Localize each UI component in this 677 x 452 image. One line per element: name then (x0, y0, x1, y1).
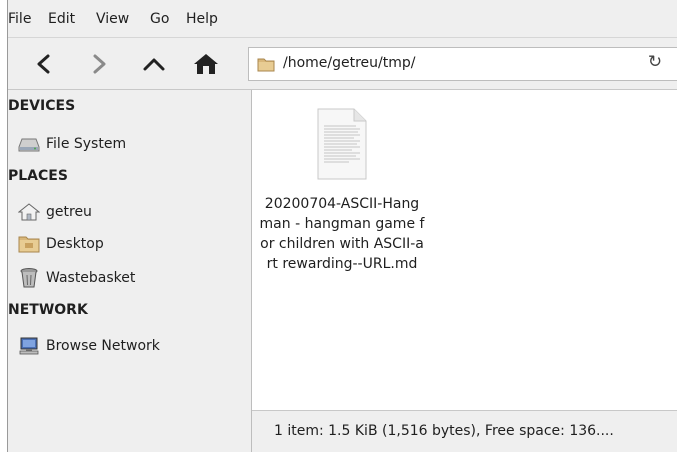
trash-icon (18, 267, 40, 289)
menu-view[interactable]: View (96, 11, 129, 27)
sidebar-item-label: Desktop (46, 236, 104, 252)
up-icon (143, 58, 165, 71)
sidebar-item-label: getreu (46, 204, 92, 220)
home-folder-icon (18, 201, 40, 223)
sidebar-heading-places: PLACES (8, 168, 68, 184)
back-icon (37, 54, 50, 74)
sidebar: DEVICES File System PLACES getreu Deskto… (8, 90, 252, 452)
toolbar: /home/getreu/tmp/ ↻ (8, 38, 677, 90)
sidebar-item-wastebasket[interactable]: Wastebasket (18, 266, 135, 290)
desktop-folder-icon (18, 233, 40, 255)
status-bar: 1 item: 1.5 KiB (1,516 bytes), Free spac… (252, 410, 677, 452)
sidebar-item-browse-network[interactable]: Browse Network (18, 334, 160, 358)
sidebar-heading-network: NETWORK (8, 302, 88, 318)
location-bar[interactable]: /home/getreu/tmp/ ↻ (248, 47, 677, 81)
sidebar-item-file-system[interactable]: File System (18, 132, 126, 156)
up-button[interactable] (136, 46, 172, 82)
folder-icon (257, 58, 275, 72)
file-manager-window: File Edit View Go Help /home/getreu/tmp/… (8, 0, 677, 452)
menu-bar: File Edit View Go Help (8, 0, 677, 38)
menu-file[interactable]: File (8, 11, 31, 27)
network-icon (18, 335, 40, 357)
forward-button[interactable] (81, 46, 117, 82)
menu-help[interactable]: Help (186, 11, 218, 27)
sidebar-item-getreu[interactable]: getreu (18, 200, 92, 224)
home-icon (194, 54, 218, 74)
sidebar-item-desktop[interactable]: Desktop (18, 232, 104, 256)
sidebar-item-label: Wastebasket (46, 270, 136, 286)
back-button[interactable] (26, 46, 62, 82)
sidebar-item-label: File System (46, 136, 127, 152)
file-item[interactable]: 20200704-ASCII-Hangman - hangman game fo… (256, 108, 428, 274)
sidebar-heading-devices: DEVICES (8, 98, 76, 114)
reload-icon[interactable]: ↻ (644, 52, 666, 72)
location-path: /home/getreu/tmp/ (283, 55, 416, 71)
sidebar-item-label: Browse Network (46, 338, 160, 354)
home-button[interactable] (188, 46, 224, 82)
file-view[interactable]: 20200704-ASCII-Hangman - hangman game fo… (252, 90, 677, 410)
file-name-label: 20200704-ASCII-Hangman - hangman game fo… (259, 196, 425, 272)
status-text: 1 item: 1.5 KiB (1,516 bytes), Free spac… (274, 423, 614, 439)
text-document-icon (317, 108, 367, 180)
drive-icon (18, 133, 40, 155)
menu-go[interactable]: Go (150, 11, 169, 27)
desktop-edge (0, 0, 8, 452)
menu-edit[interactable]: Edit (48, 11, 75, 27)
forward-icon (93, 54, 106, 74)
